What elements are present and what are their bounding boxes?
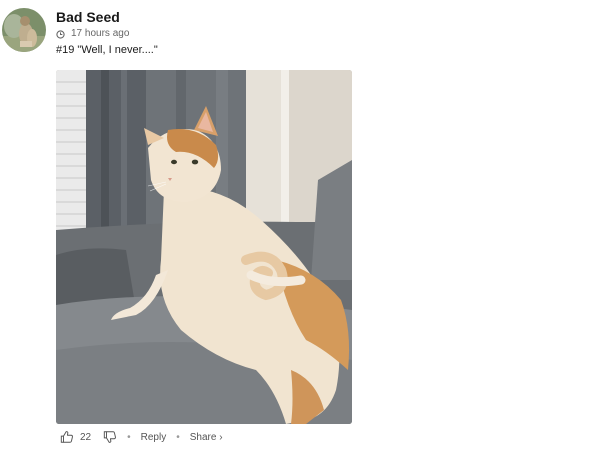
like-button[interactable] [60,430,74,444]
comment-text: #19 "Well, I never...." [56,44,158,56]
cat-photo-icon [56,70,352,424]
like-count: 22 [80,431,92,443]
timestamp: 17 hours ago [71,28,130,39]
clock-icon [56,29,65,39]
separator-dot: • [176,431,180,443]
comment-card: Bad Seed 17 hours ago #19 "Well, I never… [0,0,600,451]
dislike-button[interactable] [103,430,117,444]
share-button[interactable]: Share › [190,432,223,443]
timestamp-row: 17 hours ago [56,28,129,40]
thumbs-up-icon [60,431,73,443]
squirrel-avatar-icon [2,8,46,52]
chevron-right-icon: › [219,431,223,443]
thumbs-down-icon [103,431,117,443]
reply-button[interactable]: Reply [141,432,167,443]
avatar[interactable] [2,8,46,52]
separator-dot: • [127,431,131,443]
share-label: Share [189,431,217,443]
comment-image[interactable] [56,70,352,424]
comment-actions: 22 • Reply • Share › [60,428,223,446]
comment-header: Bad Seed 17 hours ago [56,9,129,40]
username[interactable]: Bad Seed [56,9,129,25]
